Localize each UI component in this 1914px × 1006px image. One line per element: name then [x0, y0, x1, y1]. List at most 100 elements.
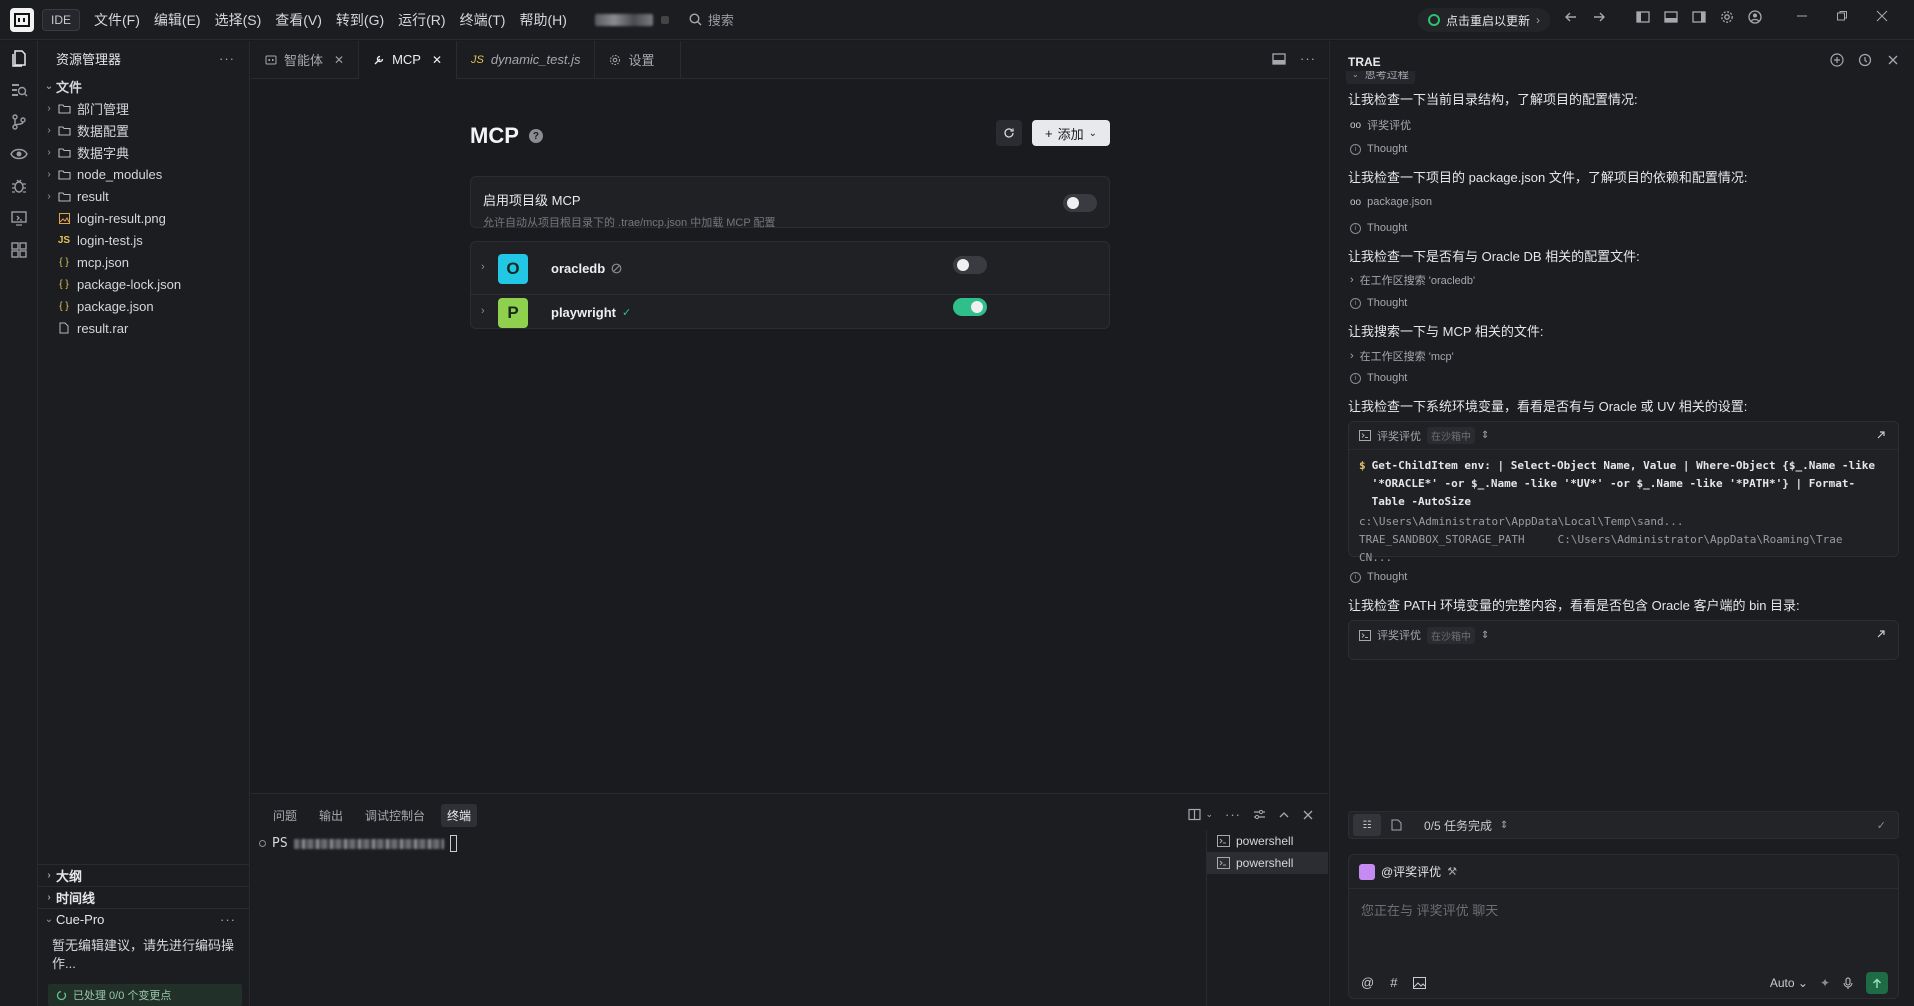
new-chat-icon[interactable]: [1830, 53, 1844, 67]
tab-dynamic-test[interactable]: JS dynamic_test.js: [457, 41, 596, 78]
document-icon[interactable]: [1391, 819, 1402, 831]
project-dropdown-icon[interactable]: [660, 15, 669, 24]
tree-folder[interactable]: › 数据配置: [38, 119, 249, 141]
timeline-section[interactable]: › 时间线: [38, 886, 250, 908]
tab-settings[interactable]: 设置: [595, 41, 682, 78]
menu-run[interactable]: 运行(R): [398, 10, 445, 30]
processed-status[interactable]: 已处理 0/0 个变更点: [48, 984, 242, 1006]
model-selector[interactable]: Auto ⌄: [1770, 976, 1808, 990]
cue-pro-section[interactable]: ⌄ Cue-Pro ···: [38, 908, 250, 930]
tree-file[interactable]: login-result.png: [38, 207, 249, 229]
menu-file[interactable]: 文件(F): [94, 10, 140, 30]
forward-arrow-icon[interactable]: [1592, 10, 1606, 24]
source-control-icon[interactable]: [10, 113, 28, 131]
outline-section[interactable]: › 大纲: [38, 864, 250, 886]
ide-badge[interactable]: IDE: [42, 8, 81, 31]
command-search[interactable]: 搜索: [689, 10, 734, 29]
thought-row[interactable]: i Thought: [1350, 571, 1407, 583]
menu-go[interactable]: 转到(G): [336, 10, 384, 30]
gear-icon[interactable]: [1720, 10, 1734, 24]
menu-selection[interactable]: 选择(S): [215, 10, 262, 30]
tree-file[interactable]: result.rar: [38, 317, 249, 339]
tab-terminal[interactable]: 终端: [441, 804, 478, 827]
expand-icon[interactable]: [1876, 629, 1886, 639]
extensions-icon[interactable]: [10, 241, 28, 259]
microphone-icon[interactable]: [1842, 977, 1854, 990]
sparkle-icon[interactable]: ✦: [1820, 976, 1830, 990]
explorer-icon[interactable]: [10, 49, 28, 67]
chevron-right-icon[interactable]: ›: [481, 261, 485, 273]
tree-root-files[interactable]: ⌄ 文件: [38, 75, 249, 97]
account-icon[interactable]: [1748, 10, 1762, 24]
thought-row[interactable]: i Thought: [1350, 297, 1407, 309]
menu-edit[interactable]: 编辑(E): [154, 10, 201, 30]
close-panel-icon[interactable]: [1302, 809, 1314, 821]
tab-output[interactable]: 输出: [313, 804, 349, 827]
help-icon[interactable]: ?: [528, 129, 543, 143]
menu-view[interactable]: 查看(V): [275, 10, 322, 30]
thought-row[interactable]: i Thought: [1350, 143, 1407, 155]
tool-call-row[interactable]: oo 评奖评优: [1350, 117, 1411, 133]
close-icon[interactable]: ✕: [334, 53, 344, 67]
project-name-blurred[interactable]: [594, 13, 653, 26]
chevron-down-icon[interactable]: ⌄: [1205, 809, 1213, 820]
double-check-icon[interactable]: ✓: [1877, 819, 1886, 832]
server-row-playwright[interactable]: › P playwright ✓: [471, 286, 1111, 339]
chevron-updown-icon[interactable]: ⇕: [1500, 820, 1508, 831]
thought-row[interactable]: i Thought: [1350, 372, 1407, 384]
terminal-settings-icon[interactable]: [1253, 808, 1266, 821]
minimize-icon[interactable]: [1796, 10, 1808, 22]
tab-debug-console[interactable]: 调试控制台: [359, 804, 431, 827]
back-arrow-icon[interactable]: [1564, 10, 1578, 24]
maximize-panel-icon[interactable]: [1278, 809, 1290, 821]
chevron-updown-icon[interactable]: ⇕: [1481, 430, 1489, 441]
tree-file[interactable]: { } package.json: [38, 295, 249, 317]
tab-mcp[interactable]: MCP ✕: [359, 41, 458, 79]
task-list-icon[interactable]: ☷: [1353, 814, 1381, 836]
collapsed-thinking[interactable]: ⌄ 思考过程: [1346, 71, 1415, 84]
tree-folder[interactable]: › node_modules: [38, 163, 249, 185]
refresh-button[interactable]: [996, 120, 1022, 146]
chevron-right-icon[interactable]: ›: [481, 305, 485, 317]
chevron-updown-icon[interactable]: ⇕: [1481, 630, 1489, 641]
more-actions-icon[interactable]: ···: [1225, 807, 1241, 822]
tree-file[interactable]: { } package-lock.json: [38, 273, 249, 295]
close-icon[interactable]: [1886, 53, 1900, 67]
server-toggle[interactable]: [953, 298, 987, 316]
thought-row[interactable]: i Thought: [1350, 222, 1407, 234]
agent-mention-chip[interactable]: @评奖评优 ⚒: [1359, 863, 1457, 880]
hash-icon[interactable]: #: [1390, 975, 1397, 990]
remote-icon[interactable]: [10, 209, 28, 227]
tool-call-row[interactable]: › 在工作区搜索 'mcp': [1350, 348, 1454, 364]
send-button[interactable]: [1866, 972, 1888, 994]
chat-input-field[interactable]: 您正在与 评奖评优 聊天: [1361, 900, 1498, 919]
menu-help[interactable]: 帮助(H): [519, 10, 566, 30]
add-mcp-button[interactable]: + 添加 ⌄: [1032, 120, 1110, 146]
close-icon[interactable]: ✕: [432, 53, 442, 67]
tab-problems[interactable]: 问题: [267, 804, 303, 827]
server-toggle[interactable]: [953, 256, 987, 274]
tool-call-row[interactable]: › 在工作区搜索 'oracledb': [1350, 272, 1475, 288]
close-window-icon[interactable]: [1876, 10, 1888, 22]
restore-icon[interactable]: [1836, 10, 1848, 22]
project-mcp-toggle[interactable]: [1063, 194, 1097, 212]
menu-terminal[interactable]: 终端(T): [460, 10, 506, 30]
tool-call-row[interactable]: oo package.json: [1350, 196, 1432, 208]
toggle-panel-icon[interactable]: [1664, 10, 1678, 24]
split-editor-icon[interactable]: [1272, 52, 1286, 66]
tree-folder[interactable]: › 部门管理: [38, 97, 249, 119]
search-files-icon[interactable]: [10, 81, 28, 99]
restart-update-button[interactable]: 点击重启以更新 ›: [1418, 8, 1551, 32]
toggle-chat-icon[interactable]: [1692, 10, 1706, 24]
eye-icon[interactable]: [10, 145, 28, 163]
tree-folder[interactable]: › result: [38, 185, 249, 207]
tree-folder[interactable]: › 数据字典: [38, 141, 249, 163]
more-actions-icon[interactable]: ···: [220, 912, 236, 927]
tab-agent[interactable]: 智能体 ✕: [251, 41, 360, 78]
tree-file[interactable]: { } mcp.json: [38, 251, 249, 273]
image-upload-icon[interactable]: [1413, 976, 1427, 989]
more-actions-icon[interactable]: ···: [219, 51, 235, 66]
mention-icon[interactable]: @: [1361, 975, 1374, 990]
toggle-sidebar-icon[interactable]: [1636, 10, 1650, 24]
expand-icon[interactable]: [1876, 430, 1886, 440]
